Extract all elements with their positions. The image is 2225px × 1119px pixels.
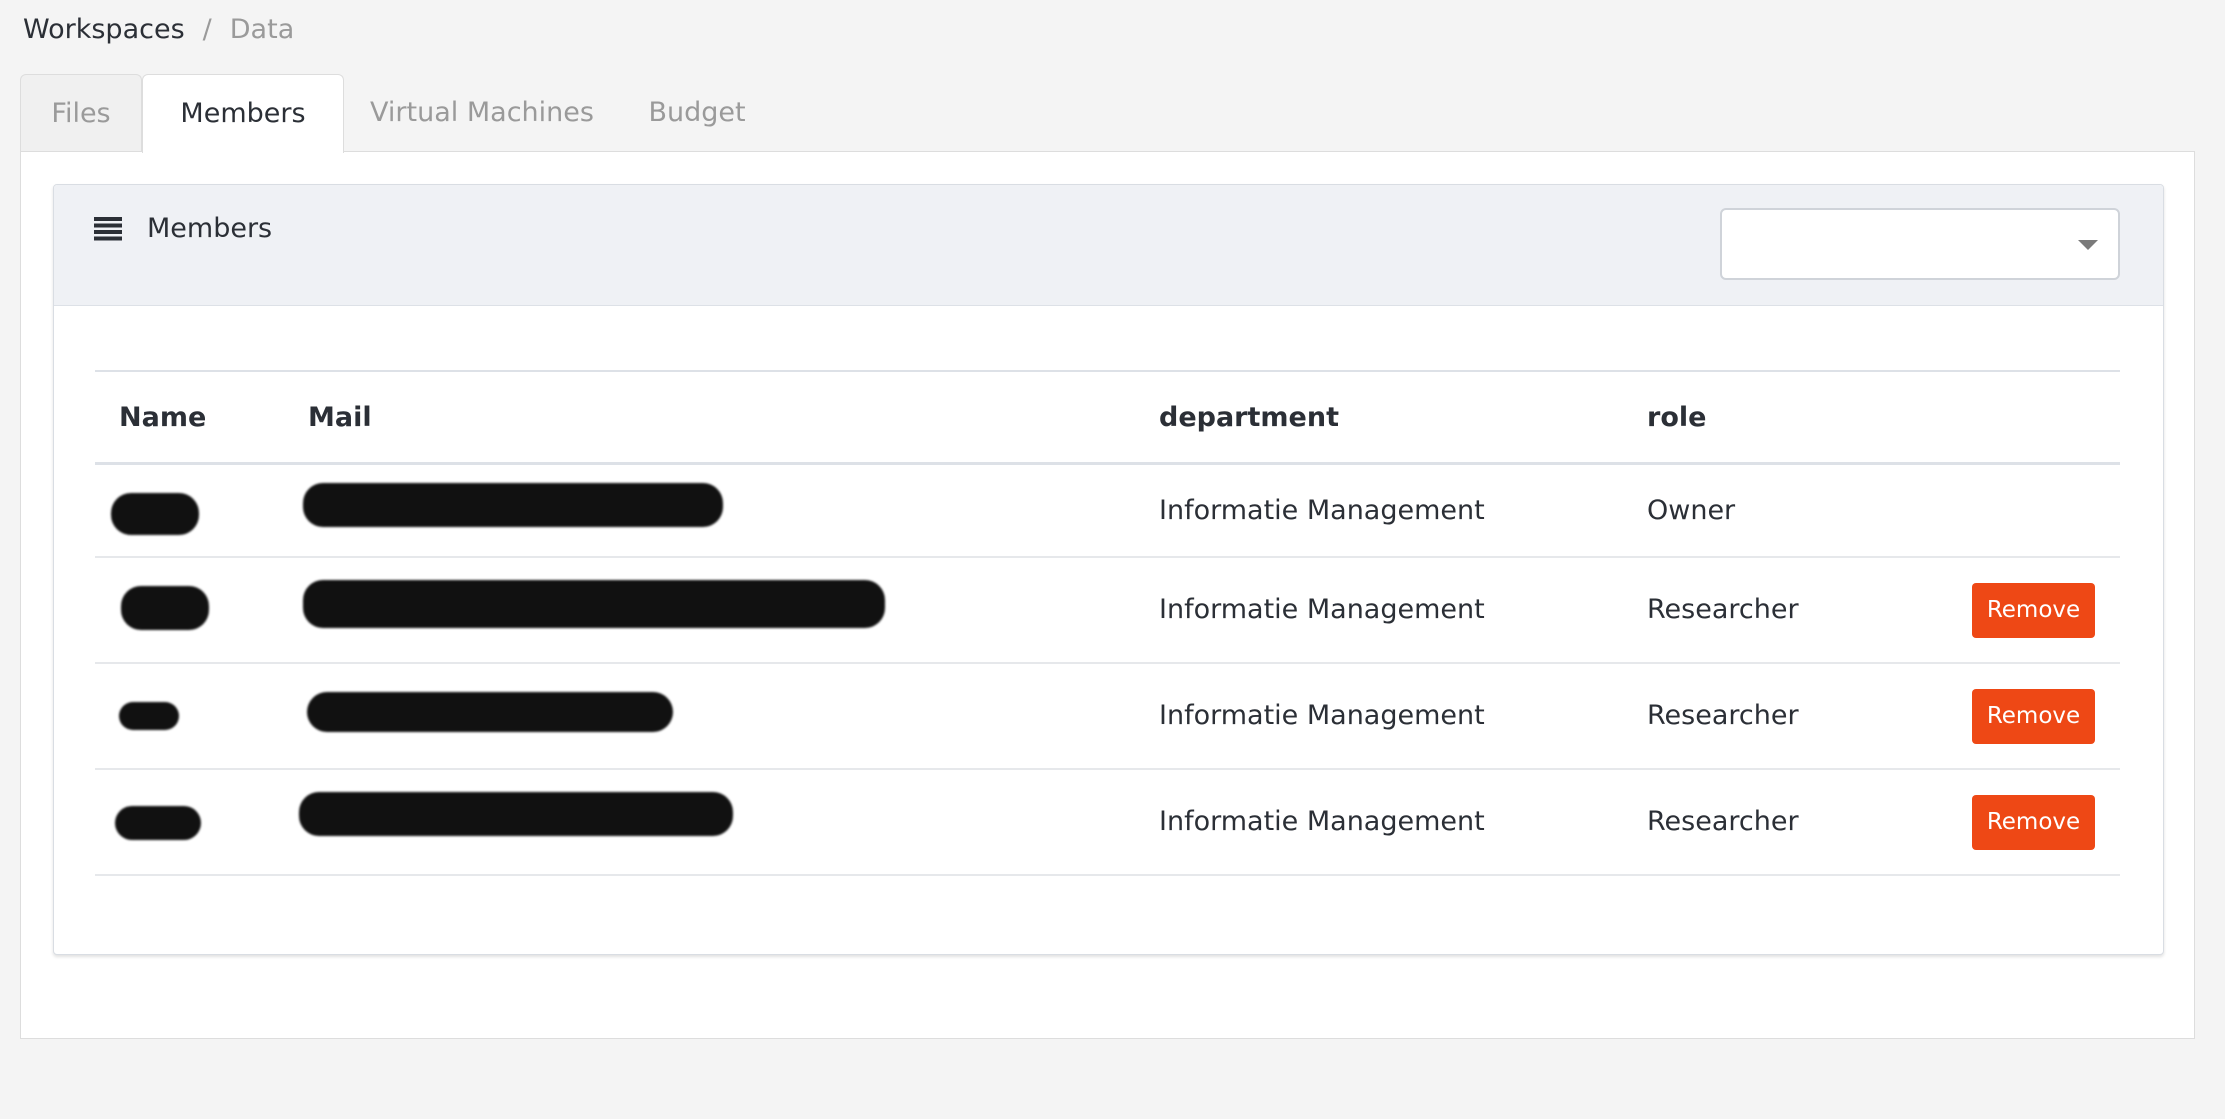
tab-content-panel: Members Name Mail department role Inform… bbox=[20, 151, 2195, 1039]
members-card-header: Members bbox=[54, 185, 2163, 306]
member-role: Owner bbox=[1647, 495, 1736, 526]
member-role: Researcher bbox=[1647, 806, 1799, 837]
breadcrumb-separator: / bbox=[202, 14, 212, 45]
table-row: Informatie Management Owner bbox=[95, 465, 2120, 558]
member-department: Informatie Management bbox=[1159, 495, 1485, 526]
breadcrumb-current: Data bbox=[229, 14, 295, 45]
remove-member-button[interactable]: Remove bbox=[1972, 689, 2095, 744]
member-department: Informatie Management bbox=[1159, 594, 1485, 625]
list-icon bbox=[94, 217, 122, 241]
redacted-name bbox=[119, 702, 179, 730]
redacted-name bbox=[121, 586, 209, 630]
table-header: Name Mail department role bbox=[95, 370, 2120, 465]
members-card-title: Members bbox=[147, 213, 273, 244]
members-table: Name Mail department role Informatie Man… bbox=[95, 370, 2120, 876]
breadcrumb-workspaces-link[interactable]: Workspaces bbox=[23, 14, 185, 45]
column-header-department[interactable]: department bbox=[1159, 400, 1339, 436]
column-header-mail[interactable]: Mail bbox=[308, 400, 372, 436]
column-header-role[interactable]: role bbox=[1647, 400, 1706, 436]
redacted-mail bbox=[303, 483, 723, 527]
remove-member-button[interactable]: Remove bbox=[1972, 583, 2095, 638]
redacted-name bbox=[115, 806, 201, 840]
member-department: Informatie Management bbox=[1159, 806, 1485, 837]
chevron-down-icon[interactable] bbox=[2078, 240, 2098, 250]
tab-budget[interactable]: Budget bbox=[620, 74, 774, 152]
breadcrumb: Workspaces / Data bbox=[23, 12, 294, 48]
member-select-dropdown[interactable] bbox=[1720, 208, 2120, 280]
redacted-mail bbox=[303, 580, 885, 628]
tab-members[interactable]: Members bbox=[142, 74, 344, 153]
member-role: Researcher bbox=[1647, 700, 1799, 731]
tab-files[interactable]: Files bbox=[20, 74, 142, 152]
redacted-mail bbox=[299, 792, 733, 836]
tab-virtual-machines[interactable]: Virtual Machines bbox=[344, 74, 620, 152]
table-row: Informatie Management Researcher Remove bbox=[95, 770, 2120, 876]
redacted-name bbox=[111, 493, 199, 535]
members-card: Members Name Mail department role Inform… bbox=[53, 184, 2164, 955]
member-department: Informatie Management bbox=[1159, 700, 1485, 731]
member-role: Researcher bbox=[1647, 594, 1799, 625]
column-header-name[interactable]: Name bbox=[119, 400, 206, 436]
table-row: Informatie Management Researcher Remove bbox=[95, 664, 2120, 770]
redacted-mail bbox=[307, 692, 673, 732]
remove-member-button[interactable]: Remove bbox=[1972, 795, 2095, 850]
table-row: Informatie Management Researcher Remove bbox=[95, 558, 2120, 664]
